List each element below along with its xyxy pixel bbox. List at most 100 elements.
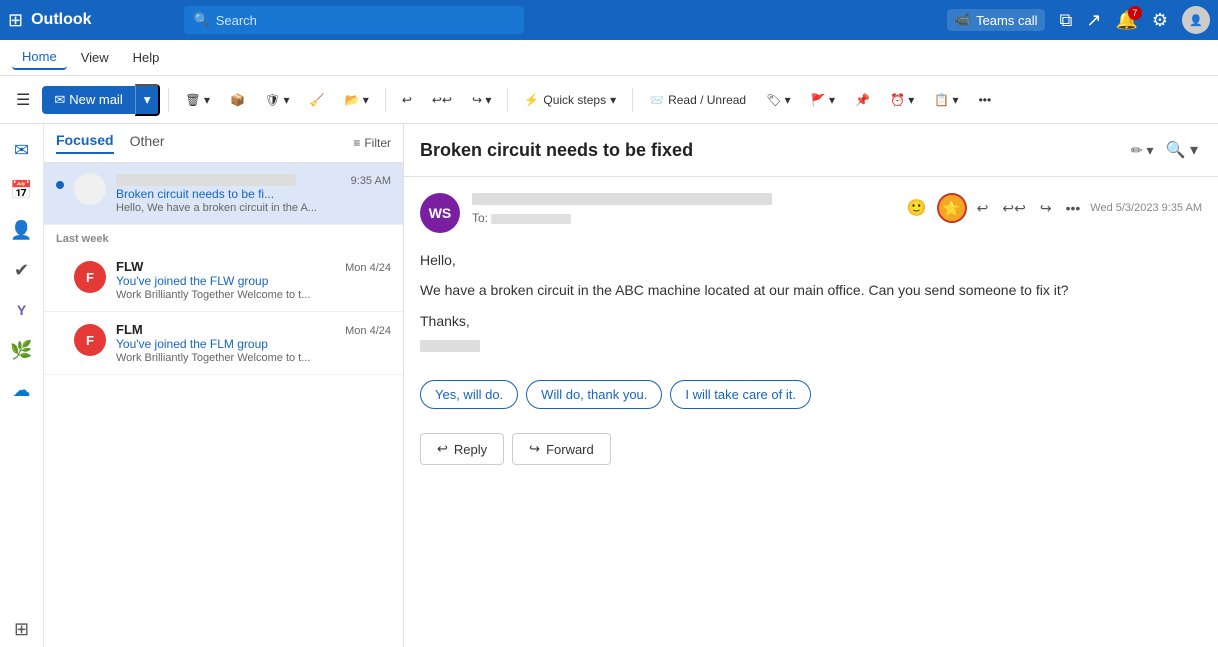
quick-steps-button[interactable]: ⚡ Quick steps ▾ [516,89,624,111]
divider2 [385,88,386,112]
sidebar-item-tasks[interactable]: ✔ [4,252,40,288]
reading-tools: 🔍 ▾ [1162,136,1202,164]
edit-icon[interactable]: ✏ ▾ [1131,142,1154,159]
body-greeting: Hello, [420,249,1202,271]
sidebar-item-mail[interactable]: ✉ [4,132,40,168]
delete-button[interactable]: 🗑 ▾ [177,89,218,111]
forward-label: Forward [546,442,594,457]
notification-badge: 7 [1128,6,1142,20]
move-button[interactable]: 📂 ▾ [337,89,377,111]
sidebar-item-azure[interactable]: ☁ [4,372,40,408]
menu-view[interactable]: View [71,46,119,69]
search-bar[interactable]: 🔍 [184,6,524,34]
signature-blurred [420,340,480,352]
undo-all-button[interactable]: ↩↩ [424,89,460,111]
sweep-button[interactable]: 🧹 [302,89,333,111]
suggested-reply-3[interactable]: I will take care of it. [670,380,811,409]
mail-info-3: FLM Mon 4/24 You've joined the FLM group… [116,322,391,364]
reply-inline-button[interactable]: ↩ [973,196,993,221]
sidebar-item-apps[interactable]: ⊞ [4,611,40,647]
app-brand: ⊞ Outlook [8,10,92,31]
suggested-reply-2[interactable]: Will do, thank you. [526,380,662,409]
mail-tabs: Focused Other ≡ Filter [44,124,403,163]
envelope-icon: ✉ [54,92,65,108]
title-bar: ⊞ Outlook 🔍 📹 Teams call ⧉ ↗ 🔔 7 ⚙ 👤 [0,0,1218,40]
mail-item-3[interactable]: F FLM Mon 4/24 You've joined the FLM gro… [44,312,403,375]
mail-item-2[interactable]: F FLW Mon 4/24 You've joined the FLW gro… [44,249,403,312]
important-star-button[interactable]: ⭐ [937,193,967,223]
reply-button[interactable]: ↩ Reply [420,433,504,465]
avatar-flm: F [74,324,106,356]
email-meta: WS To: 🙂 ⭐ ↩ ↩↩ ↪ ••• Wed 5/3/2023 9:35 … [420,193,1202,233]
archive-button[interactable]: 📦 [222,89,253,111]
mail-subject-3: You've joined the FLM group [116,337,391,351]
multi-window-icon[interactable]: ⧉ [1059,10,1072,31]
undo-button[interactable]: ↩ [394,89,420,111]
email-container: WS To: 🙂 ⭐ ↩ ↩↩ ↪ ••• Wed 5/3/2023 9:35 … [404,177,1218,647]
mail-sender-3: FLM [116,322,143,337]
new-mail-dropdown[interactable]: ▾ [135,84,161,116]
new-mail-group: ✉ New mail ▾ [42,84,160,116]
mail-time-1: 9:35 AM [351,175,391,187]
email-actions-right: 🙂 ⭐ ↩ ↩↩ ↪ ••• Wed 5/3/2023 9:35 AM [903,193,1202,223]
sidebar-item-teams[interactable]: Y [4,292,40,328]
mail-preview-3: Work Brilliantly Together Welcome to t..… [116,352,391,364]
grid-icon[interactable]: ⊞ [8,10,23,31]
menu-home[interactable]: Home [12,45,67,70]
video-icon: 📹 [955,12,971,28]
protect-button[interactable]: 🛡 ▾ [257,89,298,111]
more-email-actions[interactable]: ••• [1062,196,1085,220]
main-layout: ✉ 📅 👤 ✔ Y 🌿 ☁ ⊞ Focused Other ≡ Filter [0,124,1218,647]
new-mail-label: New mail [69,92,122,107]
filter-button[interactable]: ≡ Filter [353,136,391,150]
tab-focused[interactable]: Focused [56,132,114,154]
emoji-reaction-button[interactable]: 🙂 [903,194,931,222]
email-body: Hello, We have a broken circuit in the A… [420,249,1202,368]
reply-all-inline-button[interactable]: ↩↩ [998,196,1029,221]
suggested-reply-1[interactable]: Yes, will do. [420,380,518,409]
divider1 [168,88,169,112]
view-button[interactable]: 📋 ▾ [926,89,966,111]
teams-call-label: Teams call [976,13,1037,28]
tag-button[interactable]: 🏷 ▾ [758,89,799,111]
sidebar-item-files[interactable]: 🌿 [4,332,40,368]
settings-icon[interactable]: ⚙ [1152,10,1168,31]
forward-inline-button[interactable]: ↪ [1036,196,1056,221]
new-mail-button[interactable]: ✉ New mail [42,86,134,114]
read-unread-button[interactable]: 📨 Read / Unread [641,89,754,111]
mail-item-1[interactable]: 9:35 AM Broken circuit needs to be fi...… [44,163,403,225]
mail-panel: Focused Other ≡ Filter 9:35 AM Broken ci… [44,124,404,647]
teams-call-button[interactable]: 📹 Teams call [947,9,1046,31]
mail-preview-2: Work Brilliantly Together Welcome to t..… [116,289,391,301]
avatar-flw: F [74,261,106,293]
toolbar: ☰ ✉ New mail ▾ 🗑 ▾ 📦 🛡 ▾ 🧹 📂 ▾ ↩ ↩↩ ↪ ▾ … [0,76,1218,124]
menu-help[interactable]: Help [123,46,170,69]
email-details: To: [472,193,891,225]
body-thanks: Thanks, [420,310,1202,332]
avatar[interactable]: 👤 [1182,6,1210,34]
envelope-open-icon: 📨 [649,93,664,107]
forward-button[interactable]: ↪ Forward [512,433,611,465]
flag-button[interactable]: 🚩 ▾ [803,89,843,111]
email-to: To: [472,211,891,225]
mail-time-2: Mon 4/24 [345,262,391,274]
mail-subject-2: You've joined the FLW group [116,274,391,288]
collapse-button[interactable]: ☰ [8,86,38,114]
email-date: Wed 5/3/2023 9:35 AM [1090,202,1202,214]
title-bar-right: 📹 Teams call ⧉ ↗ 🔔 7 ⚙ 👤 [947,6,1210,34]
more-button[interactable]: ••• [971,89,1000,111]
search-input[interactable] [216,13,514,28]
filter-icon: ≡ [353,136,360,150]
mail-info-2: FLW Mon 4/24 You've joined the FLW group… [116,259,391,301]
share-icon[interactable]: ↗ [1086,10,1101,31]
sidebar-item-calendar[interactable]: 📅 [4,172,40,208]
tab-other[interactable]: Other [130,133,165,153]
snooze-button[interactable]: ⏰ ▾ [882,89,922,111]
redo-button[interactable]: ↪ ▾ [464,89,499,111]
zoom-icon[interactable]: 🔍 ▾ [1162,136,1202,164]
reading-header: Broken circuit needs to be fixed ✏ ▾ 🔍 ▾ [404,124,1218,177]
suggested-replies: Yes, will do. Will do, thank you. I will… [420,380,1202,409]
pin-button[interactable]: 📌 [847,89,878,111]
sidebar-item-people[interactable]: 👤 [4,212,40,248]
bell-icon[interactable]: 🔔 7 [1115,10,1137,31]
